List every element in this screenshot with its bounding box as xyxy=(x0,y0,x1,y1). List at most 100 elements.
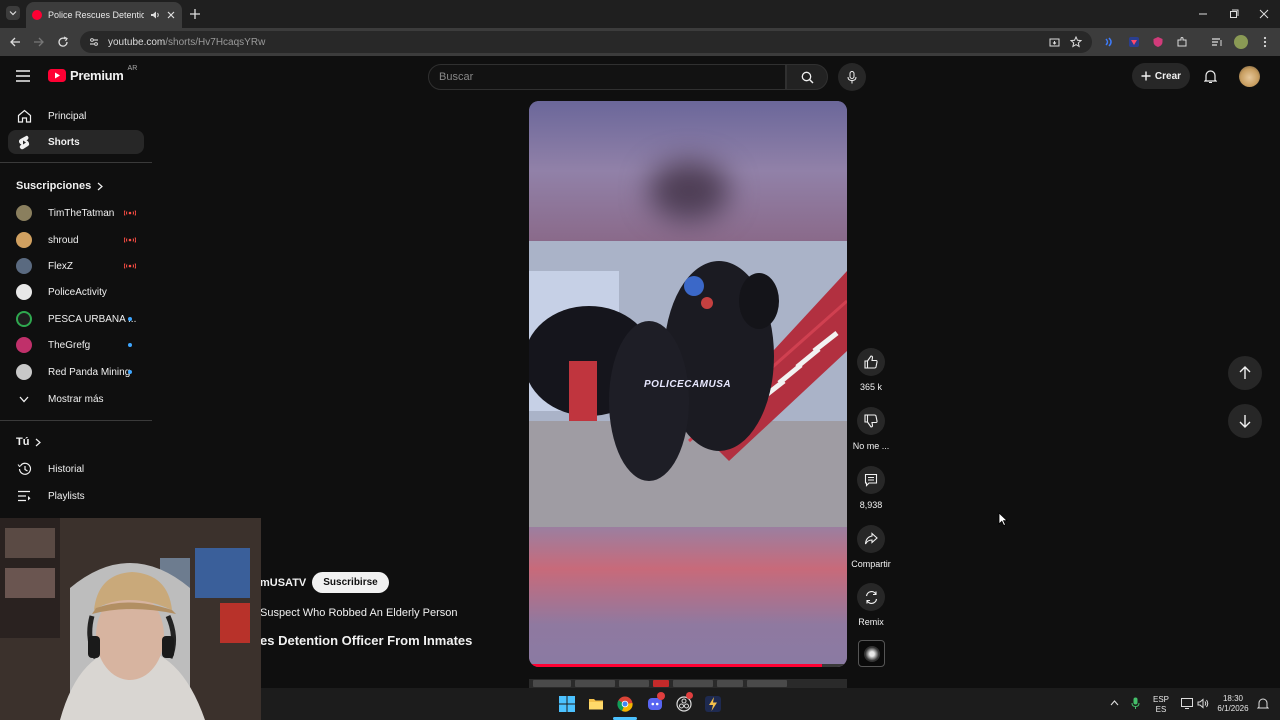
clock[interactable]: 18:30 6/1/2026 xyxy=(1213,694,1253,714)
sidebar-item-label: TheGrefg xyxy=(48,339,91,351)
profile-avatar[interactable] xyxy=(1234,35,1248,49)
new-content-dot xyxy=(128,370,132,374)
region-code: AR xyxy=(127,65,138,72)
subscriptions-heading[interactable]: Suscripciones xyxy=(16,180,104,192)
video-progress-fill xyxy=(529,664,822,667)
avatar xyxy=(16,258,32,274)
sound-icon xyxy=(863,645,880,662)
search-button[interactable] xyxy=(786,64,828,90)
youtube-logo[interactable]: Premium AR xyxy=(48,65,138,83)
search-input[interactable]: Buscar xyxy=(428,64,786,90)
chevron-up-icon[interactable] xyxy=(1110,700,1119,706)
playlist-icon xyxy=(18,490,31,502)
sidebar-item-flexz[interactable]: FlexZ xyxy=(8,254,144,278)
microphone-tray-icon[interactable] xyxy=(1131,697,1140,710)
address-bar[interactable]: youtube.com/shorts/Hv7HcaqsYRw xyxy=(80,31,1092,53)
like-button[interactable]: 365 k xyxy=(850,348,892,392)
webcam-image xyxy=(0,518,261,720)
subscribe-button[interactable]: Suscribirse xyxy=(312,572,389,593)
tab-search-button[interactable] xyxy=(6,6,20,20)
input-language[interactable]: ESP ES xyxy=(1150,695,1172,715)
video-caption-line2: es Detention Officer From Inmates xyxy=(260,633,473,648)
channel-name[interactable]: mUSATV xyxy=(260,577,306,589)
video-blur-top xyxy=(529,101,847,241)
sidebar-item-policeactivity[interactable]: PoliceActivity xyxy=(8,280,144,304)
sidebar-item-label: Shorts xyxy=(48,136,80,148)
reload-icon[interactable] xyxy=(57,36,69,48)
sidebar-item-pesca-urbana[interactable]: PESCA URBANA ... xyxy=(8,307,144,331)
hamburger-menu-icon[interactable] xyxy=(16,70,30,82)
sidebar-item-label: PoliceActivity xyxy=(48,286,107,298)
sidebar-item-shroud[interactable]: shroud xyxy=(8,228,144,252)
live-indicator-icon xyxy=(124,237,136,243)
chrome-button[interactable] xyxy=(617,696,633,712)
audio-thumbnail[interactable] xyxy=(858,640,885,667)
show-more-button[interactable]: Mostrar más xyxy=(8,387,144,411)
notification-center-icon[interactable] xyxy=(1257,697,1269,710)
volume-icon[interactable] xyxy=(1197,698,1209,709)
next-short-button[interactable] xyxy=(1228,404,1262,438)
share-button[interactable]: Compartir xyxy=(850,525,892,569)
back-icon[interactable] xyxy=(9,36,21,48)
notification-badge xyxy=(657,692,665,700)
account-avatar[interactable] xyxy=(1239,66,1260,87)
bookmark-star-icon[interactable] xyxy=(1070,36,1082,48)
site-settings-icon[interactable] xyxy=(88,36,100,48)
avatar xyxy=(16,232,32,248)
browser-menu-icon[interactable] xyxy=(1262,36,1268,48)
minimize-icon[interactable] xyxy=(1198,9,1208,19)
sidebar-item-playlists[interactable]: Playlists xyxy=(8,484,144,508)
restore-icon[interactable] xyxy=(1229,9,1239,19)
sidebar-item-shorts[interactable]: Shorts xyxy=(8,130,144,154)
avatar xyxy=(16,284,32,300)
sidebar-item-label: Historial xyxy=(48,463,85,475)
streamer-webcam-overlay xyxy=(0,518,261,720)
shorts-video-player[interactable]: POLICECAMUSA xyxy=(529,101,847,667)
install-app-icon[interactable] xyxy=(1049,37,1060,48)
sidebar-item-label: Principal xyxy=(48,110,87,122)
avatar xyxy=(16,205,32,221)
dislike-button[interactable]: No me ... xyxy=(850,407,892,451)
new-content-dot xyxy=(128,317,132,321)
comment-icon xyxy=(864,473,878,487)
create-button[interactable]: Crear xyxy=(1132,63,1190,89)
file-explorer-button[interactable] xyxy=(588,696,604,712)
sidebar-item-timthetatman[interactable]: TimTheTatman xyxy=(8,201,144,225)
like-count: 365 k xyxy=(859,382,883,392)
sidebar-item-thegrefg[interactable]: TheGrefg xyxy=(8,333,144,357)
new-tab-icon[interactable] xyxy=(189,8,201,20)
video-frame: POLICECAMUSA xyxy=(529,241,847,527)
discord-button[interactable] xyxy=(647,692,665,712)
previous-short-button[interactable] xyxy=(1228,356,1262,390)
stream-overlay-strip xyxy=(529,679,847,688)
close-window-icon[interactable] xyxy=(1259,9,1269,19)
sidebar-item-red-panda-mining[interactable]: Red Panda Mining xyxy=(8,360,144,384)
create-label: Crear xyxy=(1154,70,1182,82)
speaker-icon[interactable] xyxy=(150,10,160,20)
new-content-dot xyxy=(128,343,132,347)
remix-button[interactable]: Remix xyxy=(850,583,892,627)
you-heading[interactable]: Tú xyxy=(16,436,42,448)
close-tab-icon[interactable] xyxy=(166,10,176,20)
mouse-cursor-icon xyxy=(998,512,1008,526)
extension-1-icon[interactable] xyxy=(1103,36,1115,48)
sidebar-item-historial[interactable]: Historial xyxy=(8,457,144,481)
forward-icon[interactable] xyxy=(33,36,45,48)
voice-search-button[interactable] xyxy=(838,63,866,91)
app-button[interactable] xyxy=(705,696,721,712)
video-progress-bar[interactable] xyxy=(529,664,847,667)
obs-button[interactable] xyxy=(676,692,693,712)
extension-2-icon[interactable] xyxy=(1128,36,1140,48)
extensions-puzzle-icon[interactable] xyxy=(1176,36,1188,48)
notifications-bell-icon[interactable] xyxy=(1204,69,1217,84)
start-button[interactable] xyxy=(559,696,575,712)
media-controls-icon[interactable] xyxy=(1211,36,1223,48)
extension-3-icon[interactable] xyxy=(1152,36,1164,48)
sidebar-item-label: shroud xyxy=(48,234,79,246)
sidebar-item-principal[interactable]: Principal xyxy=(8,104,144,128)
comments-button[interactable]: 8,938 xyxy=(850,466,892,510)
network-icon[interactable] xyxy=(1181,698,1193,709)
chevron-down-icon xyxy=(9,11,17,16)
url-host: youtube.com xyxy=(108,36,166,48)
tab-active[interactable]: Police Rescues Detention O xyxy=(26,2,182,28)
